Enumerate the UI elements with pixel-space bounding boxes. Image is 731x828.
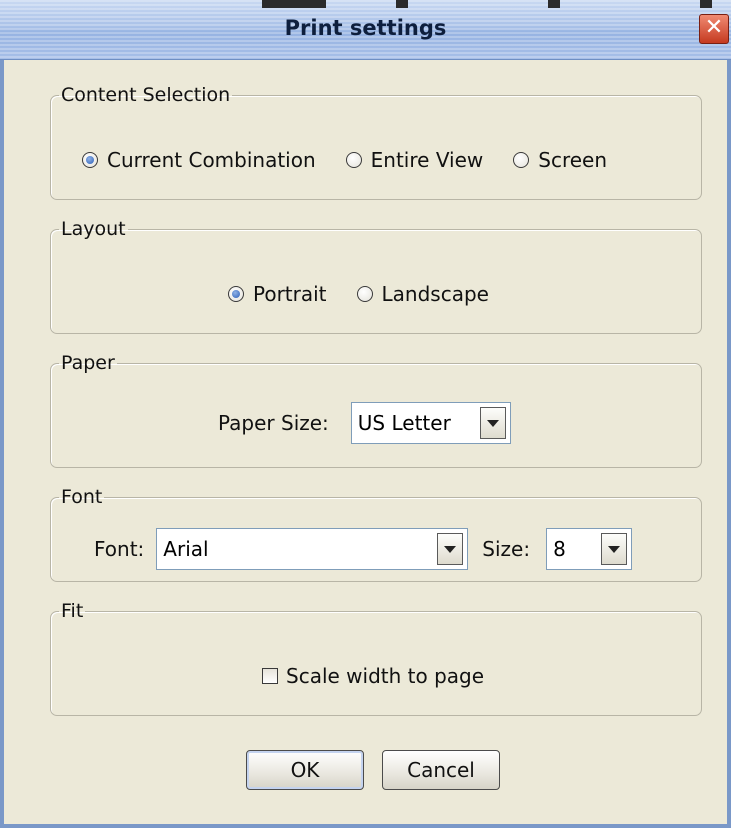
content-selection-legend: Content Selection xyxy=(61,84,231,106)
radio-current-combination[interactable]: Current Combination xyxy=(82,148,316,172)
font-label: Font: xyxy=(94,537,145,561)
radio-button[interactable] xyxy=(513,152,530,168)
background-artifact xyxy=(548,0,560,8)
radio-label: Current Combination xyxy=(107,148,316,172)
print-settings-dialog: Print settings ✕ Content Selection Curre… xyxy=(0,0,731,828)
font-size-value: 8 xyxy=(553,537,566,561)
chevron-down-icon xyxy=(444,545,457,553)
background-artifact xyxy=(396,0,408,8)
content-selection-options: Current Combination Entire View Screen xyxy=(82,148,607,172)
title-bar[interactable]: Print settings ✕ xyxy=(0,0,731,60)
paper-size-dropdown[interactable]: US Letter xyxy=(350,402,511,444)
fit-group: Fit xyxy=(50,600,702,716)
radio-button[interactable] xyxy=(345,152,362,168)
font-dropdown[interactable]: Arial xyxy=(156,528,469,570)
layout-group: Layout xyxy=(50,218,702,334)
paper-legend: Paper xyxy=(61,352,115,374)
paper-size-row: Paper Size: US Letter xyxy=(218,402,511,444)
dropdown-button[interactable] xyxy=(437,533,464,565)
size-label: Size: xyxy=(482,537,531,561)
font-size-dropdown[interactable]: 8 xyxy=(546,528,633,570)
close-button[interactable]: ✕ xyxy=(699,14,729,44)
dialog-title: Print settings xyxy=(284,16,447,40)
radio-portrait[interactable]: Portrait xyxy=(228,282,327,306)
layout-options: Portrait Landscape xyxy=(228,282,489,306)
radio-dot xyxy=(86,156,94,164)
cancel-button[interactable]: Cancel xyxy=(382,750,500,790)
layout-legend: Layout xyxy=(61,218,126,240)
paper-size-value: US Letter xyxy=(357,411,451,435)
radio-dot xyxy=(232,290,240,298)
dropdown-button[interactable] xyxy=(601,533,628,565)
font-legend: Font xyxy=(61,486,103,508)
font-value: Arial xyxy=(163,537,209,561)
radio-screen[interactable]: Screen xyxy=(513,148,607,172)
chevron-down-icon xyxy=(486,419,499,427)
checkbox-box[interactable] xyxy=(262,668,278,684)
close-icon: ✕ xyxy=(704,15,724,40)
fit-legend: Fit xyxy=(61,600,84,622)
content-selection-group: Content Selection xyxy=(50,84,702,200)
radio-label: Landscape xyxy=(381,282,489,306)
ok-button[interactable]: OK xyxy=(246,750,364,790)
radio-entire-view[interactable]: Entire View xyxy=(345,148,484,172)
radio-label: Screen xyxy=(538,148,608,172)
radio-button-selected[interactable] xyxy=(228,286,244,302)
dropdown-button[interactable] xyxy=(479,407,506,439)
chevron-down-icon xyxy=(608,545,621,553)
background-artifact xyxy=(262,0,326,8)
scale-width-label: Scale width to page xyxy=(286,664,485,688)
radio-button-selected[interactable] xyxy=(82,152,98,168)
radio-button[interactable] xyxy=(356,286,373,302)
background-artifact xyxy=(700,0,712,8)
paper-size-label: Paper Size: xyxy=(218,411,329,435)
radio-landscape[interactable]: Landscape xyxy=(356,282,489,306)
scale-width-checkbox[interactable]: Scale width to page xyxy=(262,664,484,688)
radio-label: Portrait xyxy=(253,282,327,306)
radio-label: Entire View xyxy=(370,148,484,172)
font-row: Font: Arial Size: 8 xyxy=(94,528,633,570)
